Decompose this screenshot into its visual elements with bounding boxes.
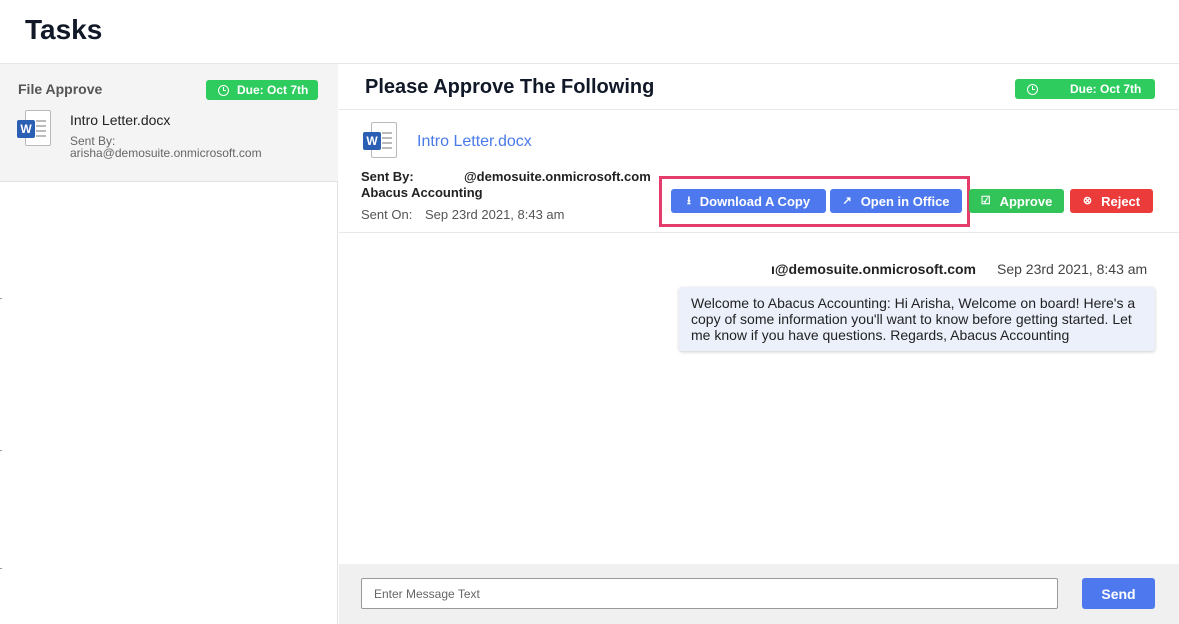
detail-due-badge: Due: Oct 7th xyxy=(1015,79,1155,99)
page-title: Tasks xyxy=(25,14,103,45)
external-link-icon: ↗ xyxy=(842,194,852,207)
message-sender: ı@demosuite.onmicrosoft.com xyxy=(771,261,977,277)
approve-label: Approve xyxy=(999,193,1053,209)
edge-tick xyxy=(0,298,2,299)
word-doc-icon: W xyxy=(363,122,397,160)
word-doc-icon: W xyxy=(17,110,51,148)
open-in-office-button[interactable]: ↗ Open in Office xyxy=(830,189,962,213)
divider xyxy=(339,109,1179,110)
task-type-label: File Approve xyxy=(18,81,103,97)
reject-button[interactable]: ⊗ Reject xyxy=(1070,189,1153,213)
download-copy-label: Download A Copy xyxy=(699,193,811,209)
message-input[interactable] xyxy=(361,578,1058,609)
sent-on-label: Sent On: xyxy=(361,207,413,222)
x-circle-icon: ⊗ xyxy=(1082,194,1093,207)
sent-on-value: Sep 23rd 2021, 8:43 am xyxy=(425,207,565,222)
message-composer: Send xyxy=(339,564,1179,624)
page-header: Tasks xyxy=(0,0,1179,64)
clock-icon xyxy=(218,84,229,96)
task-card[interactable]: File Approve Due: Oct 7th W Intro Letter… xyxy=(0,64,338,182)
download-copy-button[interactable]: ⭳ Download A Copy xyxy=(671,189,826,213)
message-timestamp: Sep 23rd 2021, 8:43 am xyxy=(997,261,1148,277)
task-list-pane: File Approve Due: Oct 7th W Intro Letter… xyxy=(0,64,338,624)
sent-by-org: Abacus Accounting xyxy=(361,185,483,200)
edge-tick xyxy=(0,450,2,451)
task-file-name: Intro Letter.docx xyxy=(70,112,171,128)
task-sent-by-email: arisha@demosuite.onmicrosoft.com xyxy=(70,146,262,160)
detail-due-text: Due: Oct 7th xyxy=(1070,82,1142,96)
document-link[interactable]: Intro Letter.docx xyxy=(417,133,532,151)
reject-label: Reject xyxy=(1101,193,1141,209)
checkbox-check-icon: ☑ xyxy=(980,194,991,207)
download-icon: ⭳ xyxy=(686,194,691,207)
task-detail-pane: Please Approve The Following Due: Oct 7t… xyxy=(339,64,1179,624)
approve-button[interactable]: ☑ Approve xyxy=(969,189,1064,213)
due-badge-text: Due: Oct 7th xyxy=(237,83,309,97)
detail-title: Please Approve The Following xyxy=(365,76,655,98)
edge-tick xyxy=(0,568,2,569)
open-in-office-label: Open in Office xyxy=(860,193,950,209)
message-bubble: Welcome to Abacus Accounting: Hi Arisha,… xyxy=(679,287,1155,351)
due-badge: Due: Oct 7th xyxy=(206,80,318,100)
clock-icon xyxy=(1027,83,1038,95)
divider xyxy=(339,232,1179,233)
sent-by-email: @demosuite.onmicrosoft.com xyxy=(464,169,651,184)
sent-by-label: Sent By: xyxy=(361,169,414,184)
send-button[interactable]: Send xyxy=(1082,578,1155,609)
